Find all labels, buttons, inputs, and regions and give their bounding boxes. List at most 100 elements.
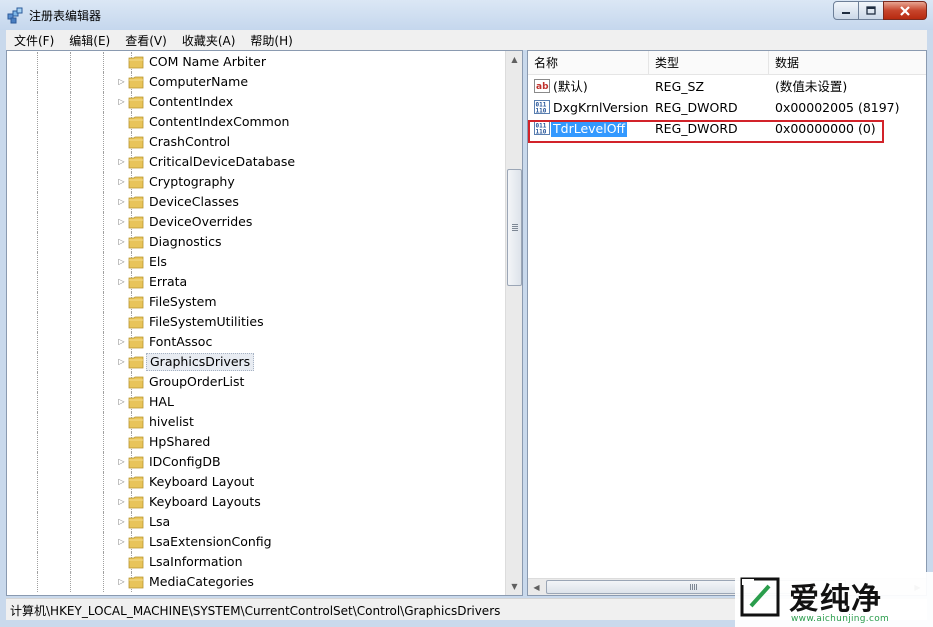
tree-item[interactable]: ▷ Keyboard Layouts	[7, 492, 507, 512]
grip-icon	[690, 584, 697, 590]
menu-view[interactable]: 查看(V)	[117, 32, 174, 49]
expand-arrow-icon[interactable]: ▷	[117, 157, 126, 167]
tree-guide-line	[103, 512, 104, 532]
tree-guide-line	[37, 172, 38, 192]
tree-item[interactable]: ▷ Keyboard Layout	[7, 472, 507, 492]
tree-guide-line	[103, 392, 104, 412]
folder-icon	[128, 574, 144, 590]
menu-edit[interactable]: 编辑(E)	[61, 32, 117, 49]
expand-arrow-icon[interactable]: ▷	[117, 177, 126, 187]
expand-arrow-icon[interactable]: ▷	[117, 97, 126, 107]
expand-arrow-icon[interactable]: ▷	[117, 337, 126, 347]
minimize-icon	[842, 11, 850, 14]
tree-guide-line	[70, 572, 71, 592]
tree-guide-line	[37, 192, 38, 212]
menu-help[interactable]: 帮助(H)	[242, 32, 299, 49]
tree-item[interactable]: LsaInformation	[7, 552, 507, 572]
expand-arrow-icon[interactable]: ▷	[117, 477, 126, 487]
folder-icon	[128, 334, 144, 350]
expand-arrow-icon[interactable]: ▷	[117, 217, 126, 227]
expand-arrow-icon[interactable]: ▷	[117, 517, 126, 527]
tree-item[interactable]: FileSystem	[7, 292, 507, 312]
tree-item[interactable]: FileSystemUtilities	[7, 312, 507, 332]
scroll-left-arrow[interactable]: ◀	[528, 579, 545, 595]
tree-guide-line	[37, 252, 38, 272]
tree-guide-line	[103, 252, 104, 272]
expand-arrow-icon[interactable]: ▷	[117, 577, 126, 587]
tree-guide-line	[37, 132, 38, 152]
tree-item[interactable]: ▷ CriticalDeviceDatabase	[7, 152, 507, 172]
tree-item[interactable]: ▷ IDConfigDB	[7, 452, 507, 472]
svg-text:110: 110	[536, 108, 547, 115]
tree-item[interactable]: ▷ DeviceClasses	[7, 192, 507, 212]
expand-arrow-icon[interactable]: ▷	[117, 77, 126, 87]
dword-value-icon: 011 110	[534, 99, 550, 115]
tree-guide-line	[70, 292, 71, 312]
tree-guide-line	[70, 392, 71, 412]
tree-item[interactable]: ▷ ContentIndex	[7, 92, 507, 112]
folder-icon	[128, 534, 144, 550]
tree-item[interactable]: ▷ Diagnostics	[7, 232, 507, 252]
tree-item[interactable]: ▷ DeviceOverrides	[7, 212, 507, 232]
expand-arrow-icon[interactable]: ▷	[117, 257, 126, 267]
value-row[interactable]: ab (默认) REG_SZ (数值未设置)	[528, 76, 926, 97]
tree-item[interactable]: ▷ ComputerName	[7, 72, 507, 92]
maximize-button[interactable]	[858, 1, 884, 20]
expand-arrow-icon[interactable]: ▷	[117, 497, 126, 507]
value-data: (数值未设置)	[775, 79, 848, 94]
tree-vertical-scrollbar[interactable]: ▲ ▼	[505, 51, 522, 595]
values-pane[interactable]: 名称 类型 数据 ab (默认) REG_SZ (数值未设置) 011 110 DxgKrn…	[527, 50, 927, 596]
value-row[interactable]: 011 110 DxgKrnlVersion REG_DWORD 0x00002005 …	[528, 97, 926, 118]
tree-item[interactable]: CrashControl	[7, 132, 507, 152]
menu-file[interactable]: 文件(F)	[6, 32, 61, 49]
tree-item[interactable]: ▷ Lsa	[7, 512, 507, 532]
tree-guide-line	[70, 332, 71, 352]
tree-item[interactable]: ▷ LsaExtensionConfig	[7, 532, 507, 552]
expand-arrow-icon[interactable]: ▷	[117, 277, 126, 287]
folder-icon	[128, 294, 144, 310]
scroll-thumb[interactable]	[507, 169, 522, 286]
tree-guide-line	[70, 172, 71, 192]
expand-arrow-icon[interactable]: ▷	[117, 397, 126, 407]
menu-favorites[interactable]: 收藏夹(A)	[174, 32, 243, 49]
tree-guide-line	[37, 292, 38, 312]
column-header-name[interactable]: 名称	[528, 51, 649, 75]
value-type: REG_SZ	[655, 79, 705, 94]
tree-guide-line	[70, 52, 71, 72]
close-button[interactable]	[883, 1, 927, 20]
tree-guide-line	[70, 492, 71, 512]
tree-guide-line	[103, 152, 104, 172]
tree-item[interactable]: GroupOrderList	[7, 372, 507, 392]
scroll-up-arrow[interactable]: ▲	[506, 51, 522, 68]
tree-item[interactable]: ▷ Cryptography	[7, 172, 507, 192]
tree-item[interactable]: ▷ MediaCategories	[7, 572, 507, 592]
key-tree-pane[interactable]: COM Name Arbiter ▷ ComputerName ▷ ContentInd…	[6, 50, 523, 596]
column-header-type[interactable]: 类型	[649, 51, 769, 75]
expand-arrow-icon[interactable]: ▷	[117, 537, 126, 547]
tree-item[interactable]: ▷ Els	[7, 252, 507, 272]
tree-item[interactable]: hivelist	[7, 412, 507, 432]
key-tree: COM Name Arbiter ▷ ComputerName ▷ ContentInd…	[7, 52, 507, 592]
expand-arrow-icon[interactable]: ▷	[117, 197, 126, 207]
tree-item[interactable]: ▷ HAL	[7, 392, 507, 412]
expand-arrow-icon[interactable]: ▷	[117, 357, 126, 367]
folder-icon	[128, 494, 144, 510]
tree-guide-line	[37, 72, 38, 92]
tree-item-label: ContentIndexCommon	[149, 114, 290, 129]
tree-item[interactable]: ContentIndexCommon	[7, 112, 507, 132]
minimize-button[interactable]	[833, 1, 859, 20]
tree-item[interactable]: ▷ GraphicsDrivers	[7, 352, 507, 372]
expand-arrow-icon[interactable]: ▷	[117, 457, 126, 467]
title-bar[interactable]: 注册表编辑器	[0, 0, 933, 30]
tree-item-label: COM Name Arbiter	[149, 54, 267, 69]
tree-item[interactable]: COM Name Arbiter	[7, 52, 507, 72]
expand-arrow-icon[interactable]: ▷	[117, 237, 126, 247]
tree-item[interactable]: ▷ Errata	[7, 272, 507, 292]
tree-item[interactable]: HpShared	[7, 432, 507, 452]
tree-guide-line	[70, 352, 71, 372]
tree-guide-line	[37, 312, 38, 332]
column-header-data[interactable]: 数据	[769, 51, 926, 75]
scroll-down-arrow[interactable]: ▼	[506, 578, 522, 595]
tree-item[interactable]: ▷ FontAssoc	[7, 332, 507, 352]
regedit-app-icon	[7, 7, 23, 24]
